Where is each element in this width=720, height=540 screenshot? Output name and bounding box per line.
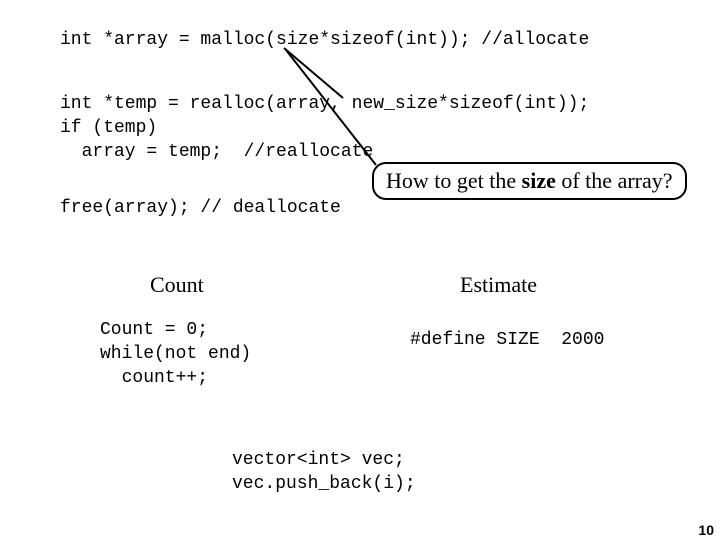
callout-text-b: size [522, 168, 556, 193]
code-line-realloc-1: int *temp = realloc(array, new_size*size… [60, 92, 589, 116]
code-vector-1: vector<int> vec; [232, 448, 405, 472]
code-vector-2: vec.push_back(i); [232, 472, 416, 496]
heading-count: Count [150, 272, 204, 298]
code-line-free: free(array); // deallocate [60, 196, 341, 220]
code-count-3: count++; [100, 366, 208, 390]
callout-size-question: How to get the size of the array? [372, 162, 687, 200]
code-estimate: #define SIZE 2000 [410, 328, 604, 352]
code-count-1: Count = 0; [100, 318, 208, 342]
code-line-realloc-2: if (temp) [60, 116, 157, 140]
code-line-realloc-3: array = temp; //reallocate [60, 140, 373, 164]
heading-estimate: Estimate [460, 272, 537, 298]
callout-text-c: of the array? [556, 168, 673, 193]
callout-text-a: How to get the [386, 168, 522, 193]
code-line-alloc: int *array = malloc(size*sizeof(int)); /… [60, 28, 589, 52]
code-count-2: while(not end) [100, 342, 251, 366]
page-number: 10 [698, 522, 714, 538]
